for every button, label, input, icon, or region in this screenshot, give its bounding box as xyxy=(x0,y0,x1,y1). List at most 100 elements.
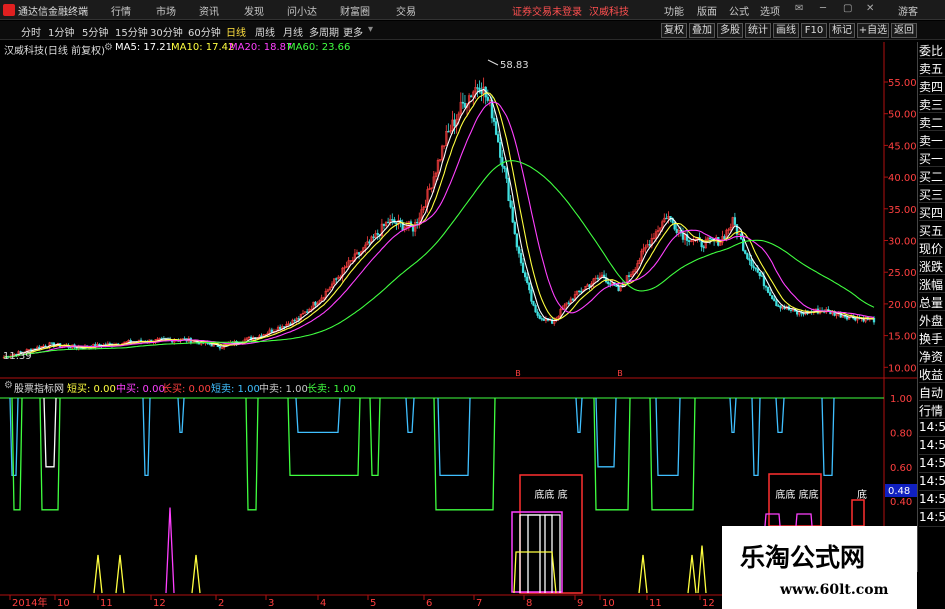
watermark-title: 乐淘公式网 xyxy=(740,543,866,572)
candle-body xyxy=(752,265,755,268)
sidebar-item-volume[interactable]: 总量 xyxy=(919,294,945,311)
candle-body xyxy=(702,246,705,249)
candle-body xyxy=(532,301,535,306)
buy-spike xyxy=(697,545,707,594)
sidebar-item-buy1[interactable]: 买一 xyxy=(919,150,945,167)
candle-body xyxy=(617,286,620,292)
time-axis-label: 10 xyxy=(602,598,615,609)
candle-body xyxy=(648,244,651,246)
long-buy-label: 长买: 0.00 xyxy=(162,384,211,395)
sidebar-item-sell2[interactable]: 卖二 xyxy=(919,114,945,131)
sidebar-item-buy2[interactable]: 买二 xyxy=(919,168,945,185)
candle-body xyxy=(615,285,618,287)
sidebar-item-earnings[interactable]: 收益 xyxy=(919,366,945,383)
time-axis-label: 8 xyxy=(526,598,532,609)
mid-buy-bar xyxy=(527,514,541,593)
price-tick-label: 10.00 xyxy=(888,363,917,374)
sidebar-item-sell1[interactable]: 卖一 xyxy=(919,132,945,149)
bottom-label-group-2: 底底 底底 xyxy=(775,488,818,501)
sidebar-item-auto[interactable]: 自动 xyxy=(919,384,945,401)
mid-buy-label: 中买: 0.00 xyxy=(116,384,165,395)
candle-body xyxy=(505,168,508,179)
sell-signal-dip xyxy=(287,397,361,477)
trading-terminal: 通达信金融终端 行情 市场 资讯 发现 问小达 财富圈 交易 证券交易未登录 汉… xyxy=(0,0,945,609)
sidebar-item-weibi[interactable]: 委比 xyxy=(919,42,945,59)
sub-current-value: 0.48 xyxy=(888,486,910,497)
price-tick-label: 35.00 xyxy=(888,205,917,216)
time-axis-label: 10 xyxy=(57,598,70,609)
sidebar-item-buy3[interactable]: 买三 xyxy=(919,186,945,203)
candle-body xyxy=(461,101,465,104)
candle-body xyxy=(507,178,510,201)
candle-body xyxy=(517,246,521,254)
price-tick-label: 45.00 xyxy=(888,141,917,152)
sell-signal-dip xyxy=(437,397,471,477)
buy-spike xyxy=(165,507,175,594)
sub-axis-label: 0.80 xyxy=(890,428,912,439)
candle-body xyxy=(580,291,583,293)
candle-body xyxy=(567,302,570,304)
candle-body xyxy=(675,228,678,233)
candle-body xyxy=(760,275,764,277)
bottom-label-group: 底底 底 xyxy=(534,488,567,501)
candle-body xyxy=(627,275,631,277)
indicator-name: 股票指标网 xyxy=(14,384,64,395)
sell-signal-dip xyxy=(177,397,185,434)
candle-body xyxy=(764,285,768,288)
sidebar-item-change[interactable]: 涨跌 xyxy=(919,258,945,275)
chart-canvas[interactable]: 55.00 50.00 45.00 40.00 35.00 30.00 25.00 20.00… xyxy=(0,0,945,609)
candle-body xyxy=(609,283,612,285)
sell-signal-dip xyxy=(775,397,785,434)
sidebar-item-outer[interactable]: 外盘 xyxy=(919,312,945,329)
candle-body xyxy=(279,326,282,330)
sidebar-item-pct[interactable]: 涨幅 xyxy=(919,276,945,293)
candle-body xyxy=(607,281,610,284)
candle-body xyxy=(218,346,222,349)
candle-body xyxy=(501,157,504,167)
sell-signal-dip xyxy=(43,397,57,468)
long-sell-label: 长卖: 1.00 xyxy=(307,384,356,395)
candle-body xyxy=(513,221,516,234)
candle-body xyxy=(534,305,537,313)
candle-body xyxy=(492,117,496,122)
sidebar-item-price[interactable]: 现价 xyxy=(919,240,945,257)
price-tick-label: 55.00 xyxy=(888,78,917,89)
candle-body xyxy=(50,342,53,344)
sidebar-item-turnover[interactable]: 换手 xyxy=(919,330,945,347)
watermark-url: www.60lt.com xyxy=(780,582,889,598)
candle-body xyxy=(748,258,751,261)
price-tick-label: 20.00 xyxy=(888,300,917,311)
sidebar-item-netasset[interactable]: 净资 xyxy=(919,348,945,365)
sidebar-item-buy5[interactable]: 买五 xyxy=(919,222,945,239)
sidebar-item-tick[interactable]: 行情 xyxy=(919,402,945,419)
tick-time: 14:5 xyxy=(919,420,945,437)
candle-body xyxy=(357,252,361,255)
candle-body xyxy=(519,253,523,264)
signal-marker: B xyxy=(515,369,521,378)
candle-body xyxy=(681,232,685,240)
ma5-line xyxy=(3,88,875,358)
buy-spike xyxy=(687,554,697,594)
sidebar-item-sell5[interactable]: 卖五 xyxy=(919,60,945,77)
candle-body xyxy=(758,271,761,276)
candle-body xyxy=(391,219,394,221)
mid-buy-bar xyxy=(764,513,781,527)
candle-body xyxy=(511,206,514,223)
signal-marker: B xyxy=(617,369,623,378)
sidebar-item-sell3[interactable]: 卖三 xyxy=(919,96,945,113)
sidebar-item-sell4[interactable]: 卖四 xyxy=(919,78,945,95)
indicator-gear-icon[interactable]: ⚙ xyxy=(4,380,13,391)
short-sell-label: 短卖: 1.00 xyxy=(211,384,260,395)
sub-axis-label: 0.60 xyxy=(890,463,912,474)
candle-body xyxy=(293,319,296,322)
tick-time: 14:5 xyxy=(919,474,945,491)
buy-spike xyxy=(93,554,103,594)
candle-body xyxy=(769,292,772,296)
candle-body xyxy=(669,216,672,219)
candle-body xyxy=(376,233,379,235)
tick-time: 14:5 xyxy=(919,492,945,509)
candle-body xyxy=(480,90,483,94)
sidebar-item-buy4[interactable]: 买四 xyxy=(919,204,945,221)
candle-body xyxy=(773,298,776,302)
candle-body xyxy=(509,200,512,208)
